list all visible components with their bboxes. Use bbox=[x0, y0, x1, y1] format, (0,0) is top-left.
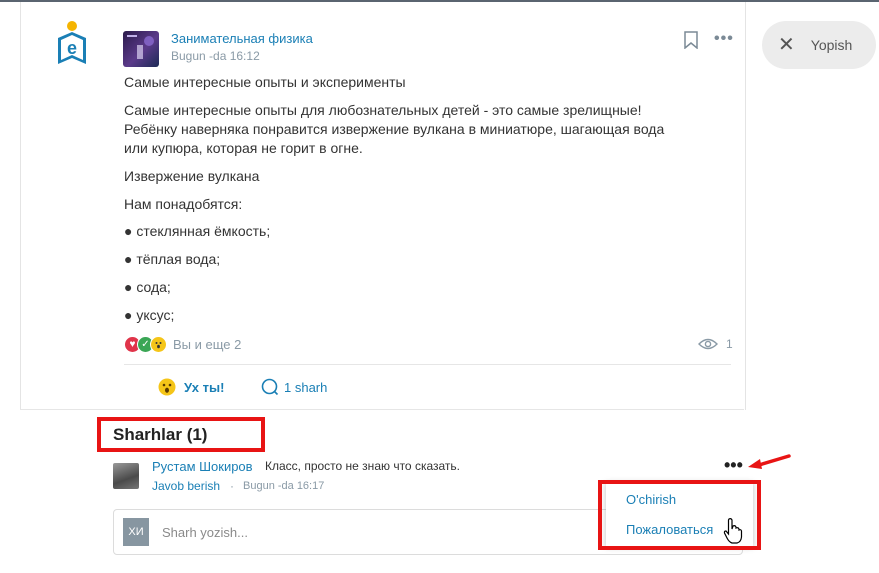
reaction-button[interactable]: Ух ты! bbox=[158, 378, 224, 396]
post-timestamp: Bugun -da 16:12 bbox=[171, 49, 260, 63]
group-avatar[interactable] bbox=[123, 31, 159, 67]
post-paragraph: или купюра, которая не горит в огне. bbox=[124, 140, 363, 156]
reactions-text: Вы и еще 2 bbox=[173, 337, 242, 352]
comment-author[interactable]: Рустам Шокиров bbox=[152, 459, 253, 474]
comment-timestamp: Bugun -da 16:17 bbox=[243, 480, 325, 492]
group-name-link[interactable]: Занимательная физика bbox=[171, 31, 313, 46]
comment-text: Класс, просто не знаю что сказать. bbox=[265, 459, 460, 473]
list-item: ● тёплая вода; bbox=[124, 251, 221, 267]
more-icon[interactable]: ••• bbox=[714, 30, 734, 48]
list-item: ● стеклянная ёмкость; bbox=[124, 223, 271, 239]
post-paragraph: Самые интересные опыты для любознательны… bbox=[124, 102, 642, 118]
separator: · bbox=[230, 479, 234, 493]
post-subheading: Извержение вулкана bbox=[124, 168, 260, 184]
reactions-summary[interactable]: ♥ ✓ Вы и еще 2 bbox=[124, 336, 241, 353]
views-counter: 1 bbox=[698, 337, 733, 351]
views-count: 1 bbox=[726, 337, 733, 351]
reply-link[interactable]: Javob berish bbox=[152, 479, 220, 493]
close-icon: ✕ bbox=[778, 34, 795, 56]
eye-icon bbox=[698, 338, 718, 350]
comment-icon bbox=[261, 378, 279, 396]
wow-reaction-icon bbox=[150, 336, 167, 353]
divider bbox=[20, 409, 744, 410]
close-button[interactable]: ✕ Yopish bbox=[762, 21, 876, 69]
list-item: ● сода; bbox=[124, 279, 171, 295]
bookmark-icon[interactable] bbox=[683, 31, 699, 49]
post-paragraph: Нам понадобятся: bbox=[124, 196, 243, 212]
post-title: Самые интересные опыты и эксперименты bbox=[124, 74, 406, 90]
wow-icon bbox=[158, 378, 176, 396]
arrow-icon bbox=[748, 454, 791, 469]
list-item: ● уксус; bbox=[124, 307, 175, 323]
reaction-label: Ух ты! bbox=[184, 379, 225, 395]
comment-input[interactable] bbox=[160, 520, 584, 544]
post-paragraph: Ребёнку наверняка понравится извержение … bbox=[124, 121, 665, 137]
comment-more-icon[interactable]: ••• bbox=[724, 455, 743, 476]
divider bbox=[124, 364, 731, 365]
comments-link: 1 sharh bbox=[284, 379, 328, 395]
cursor-icon bbox=[723, 518, 743, 544]
close-label: Yopish bbox=[810, 37, 853, 53]
comments-button[interactable]: 1 sharh bbox=[261, 378, 327, 396]
avatar[interactable] bbox=[113, 463, 139, 489]
user-avatar: ХИ bbox=[123, 518, 149, 546]
comments-title: Sharhlar (1) bbox=[113, 425, 208, 444]
